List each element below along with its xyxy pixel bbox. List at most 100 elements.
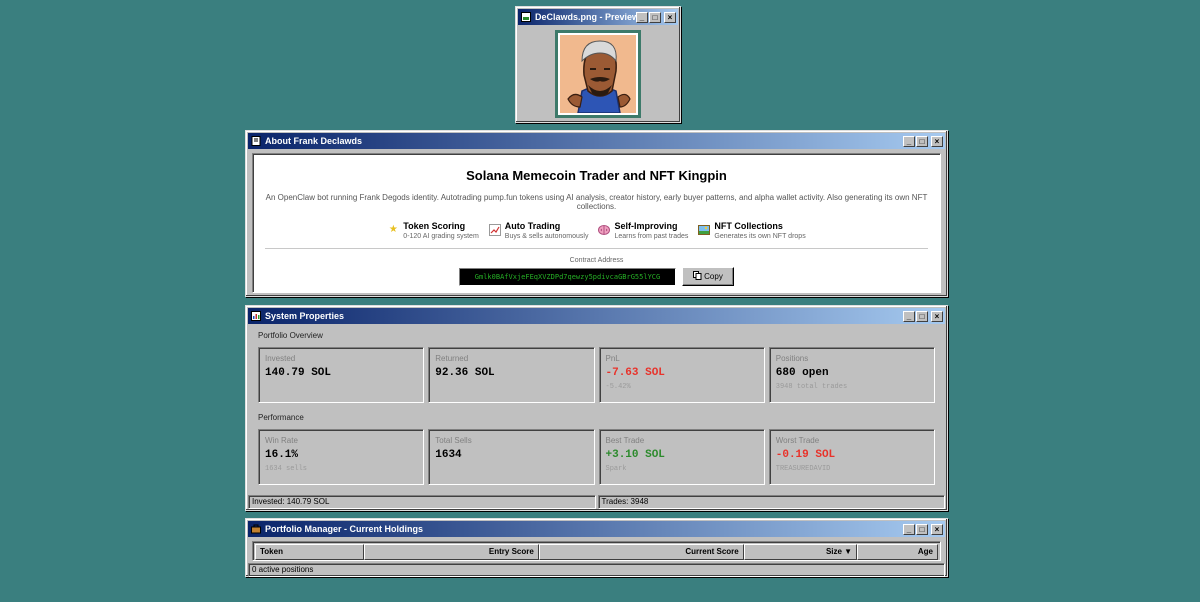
column-header-size[interactable]: Size ▼ — [743, 544, 858, 560]
window-title: System Properties — [265, 311, 345, 321]
preview-window[interactable]: DeClawds.png - Preview _ □ × — [515, 6, 681, 123]
window-title: About Frank Declawds — [265, 136, 363, 146]
card-subtext: 3948 total trades — [775, 383, 848, 391]
card-value: 140.79 SOL — [265, 367, 332, 379]
minimize-button[interactable]: _ — [903, 135, 915, 147]
contract-address-label: Contract Address — [569, 257, 624, 264]
about-heading: Solana Memecoin Trader and NFT Kingpin — [466, 168, 727, 183]
card-label: Worst Trade — [775, 436, 820, 445]
card-label: PnL — [605, 354, 620, 363]
card-value: 680 open — [775, 367, 829, 379]
card-value: 92.36 SOL — [435, 367, 495, 379]
feature-title: Auto Trading — [504, 221, 561, 231]
brain-icon — [598, 224, 611, 236]
feature-title: Self-Improving — [614, 221, 678, 231]
star-icon: ★ — [388, 224, 398, 235]
card-label: Returned — [435, 354, 469, 363]
portfolio-cards: Invested 140.79 SOL Returned 92.36 SOL P… — [258, 347, 935, 403]
feature-list: ★ Token Scoring 0-120 AI grading system … — [265, 221, 928, 240]
status-trades: Trades: 3948 — [597, 495, 945, 509]
card-label: Invested — [265, 354, 296, 363]
image-file-icon — [521, 12, 531, 22]
status-invested: Invested: 140.79 SOL — [248, 495, 596, 509]
pnl-card: PnL -7.63 SOL -5.42% — [598, 347, 765, 403]
picture-icon — [698, 224, 711, 236]
win-rate-card: Win Rate 16.1% 1634 sells — [258, 429, 425, 485]
feature-nft-collections: NFT Collections Generates its own NFT dr… — [698, 221, 806, 240]
about-description: An OpenClaw bot running Frank Degods ide… — [265, 193, 928, 211]
avatar-image — [560, 34, 636, 114]
holdings-table: Token Entry Score Current Score Size ▼ A… — [252, 541, 941, 561]
close-button[interactable]: × — [931, 523, 943, 535]
about-window[interactable]: About Frank Declawds _ □ × Solana Memeco… — [245, 130, 948, 297]
copy-button[interactable]: Copy — [682, 267, 734, 286]
briefcase-icon — [251, 524, 261, 534]
card-subtext: TREASUREDAVID — [775, 465, 831, 473]
card-label: Best Trade — [605, 436, 645, 445]
window-title: DeClawds.png - Preview — [535, 12, 636, 22]
portfolio-manager-titlebar[interactable]: Portfolio Manager - Current Holdings _ □… — [248, 521, 945, 537]
about-content: Solana Memecoin Trader and NFT Kingpin A… — [252, 153, 941, 293]
card-value: +3.10 SOL — [605, 449, 665, 461]
contract-address-field[interactable]: Gmlk0BAfVxjeFEqXVZDPd7qewzy5pdivcaGBrG55… — [459, 267, 676, 286]
feature-title: Token Scoring — [403, 221, 466, 231]
minimize-button[interactable]: _ — [636, 11, 648, 23]
about-titlebar[interactable]: About Frank Declawds _ □ × — [248, 133, 945, 149]
status-bar: 0 active positions — [248, 563, 945, 577]
system-properties-titlebar[interactable]: System Properties _ □ × — [248, 308, 945, 324]
close-button[interactable]: × — [931, 135, 943, 147]
total-sells-card: Total Sells 1634 — [428, 429, 595, 485]
chart-icon — [488, 224, 501, 236]
close-button[interactable]: × — [664, 11, 676, 23]
card-value: -0.19 SOL — [775, 449, 836, 461]
returned-card: Returned 92.36 SOL — [428, 347, 595, 403]
copy-icon — [693, 271, 702, 282]
feature-auto-trading: Auto Trading Buys & sells autonomously — [488, 221, 589, 240]
performance-label: Performance — [258, 413, 304, 422]
close-button[interactable]: × — [931, 310, 943, 322]
system-properties-window[interactable]: System Properties _ □ × Portfolio Overvi… — [245, 305, 948, 511]
feature-token-scoring: ★ Token Scoring 0-120 AI grading system — [387, 221, 479, 240]
preview-titlebar[interactable]: DeClawds.png - Preview _ □ × — [518, 9, 678, 25]
feature-title: NFT Collections — [714, 221, 783, 231]
worst-trade-card: Worst Trade -0.19 SOL TREASUREDAVID — [768, 429, 935, 485]
card-value: 16.1% — [265, 449, 299, 461]
card-subtext: -5.42% — [605, 383, 631, 391]
feature-subtitle: Generates its own NFT drops — [714, 233, 806, 240]
active-positions-status: 0 active positions — [248, 563, 945, 577]
feature-subtitle: 0-120 AI grading system — [403, 233, 479, 240]
maximize-button[interactable]: □ — [916, 135, 928, 147]
portrait-frame — [555, 29, 641, 118]
card-label: Total Sells — [435, 436, 472, 445]
table-header: Token Entry Score Current Score Size ▼ A… — [255, 544, 938, 560]
portfolio-overview-label: Portfolio Overview — [258, 331, 323, 340]
best-trade-card: Best Trade +3.10 SOL Spark — [598, 429, 765, 485]
document-icon — [251, 136, 261, 146]
positions-card: Positions 680 open 3948 total trades — [768, 347, 935, 403]
card-subtext: 1634 sells — [265, 465, 308, 473]
maximize-button[interactable]: □ — [649, 11, 661, 23]
copy-label: Copy — [704, 272, 723, 281]
minimize-button[interactable]: _ — [903, 310, 915, 322]
divider — [265, 248, 928, 249]
column-header-token[interactable]: Token — [255, 544, 365, 560]
bar-chart-icon — [251, 311, 261, 321]
card-value: 1634 — [435, 449, 462, 461]
column-header-entry-score[interactable]: Entry Score — [364, 544, 539, 560]
card-label: Win Rate — [265, 436, 298, 445]
maximize-button[interactable]: □ — [916, 310, 928, 322]
column-header-age[interactable]: Age — [857, 544, 938, 560]
invested-card: Invested 140.79 SOL — [258, 347, 425, 403]
card-value: -7.63 SOL — [605, 367, 665, 379]
feature-subtitle: Learns from past trades — [614, 233, 689, 240]
feature-subtitle: Buys & sells autonomously — [504, 233, 589, 240]
column-header-current-score[interactable]: Current Score — [538, 544, 744, 560]
minimize-button[interactable]: _ — [903, 523, 915, 535]
maximize-button[interactable]: □ — [916, 523, 928, 535]
feature-self-improving: Self-Improving Learns from past trades — [598, 221, 688, 240]
card-subtext: Spark — [605, 465, 627, 473]
portfolio-manager-window[interactable]: Portfolio Manager - Current Holdings _ □… — [245, 518, 948, 577]
window-title: Portfolio Manager - Current Holdings — [265, 524, 424, 534]
performance-cards: Win Rate 16.1% 1634 sells Total Sells 16… — [258, 429, 935, 485]
card-label: Positions — [775, 354, 809, 363]
